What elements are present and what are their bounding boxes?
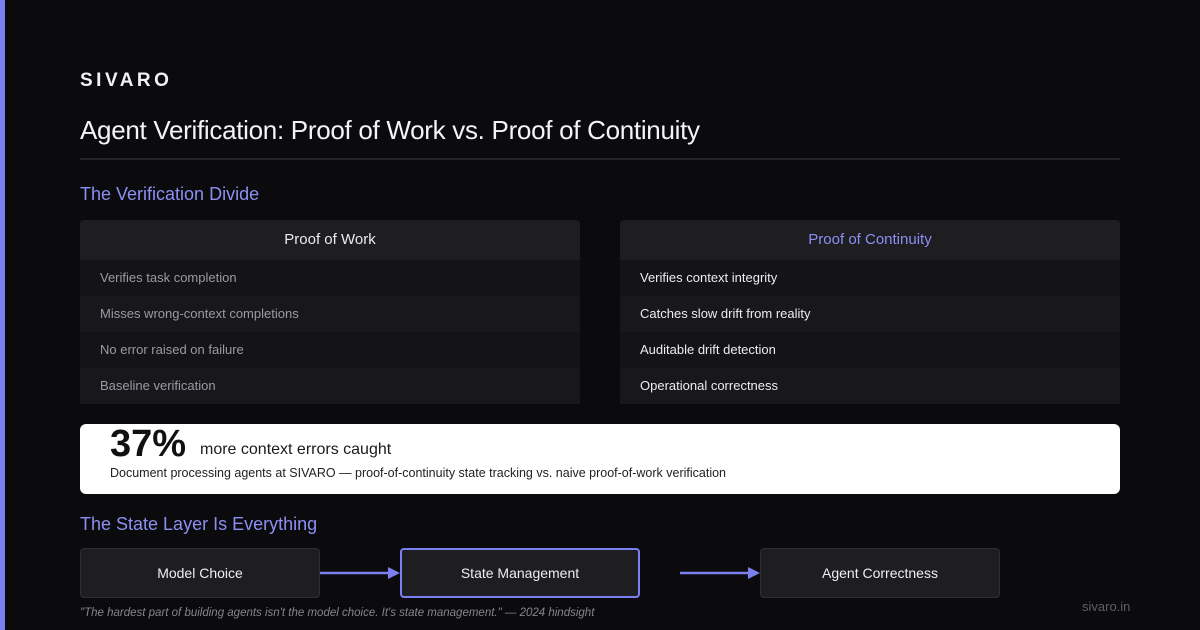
proof-of-work-panel: Proof of Work Verifies task completion M… bbox=[80, 220, 580, 404]
proof-of-continuity-header: Proof of Continuity bbox=[620, 220, 1120, 260]
proof-of-work-row: Baseline verification bbox=[80, 368, 580, 404]
flow-step-agent-correctness: Agent Correctness bbox=[760, 548, 1000, 598]
flow-step-state-management: State Management bbox=[400, 548, 640, 598]
proof-of-work-row: Misses wrong-context completions bbox=[80, 296, 580, 332]
proof-of-continuity-row: Operational correctness bbox=[620, 368, 1120, 404]
section-heading-state-layer: The State Layer Is Everything bbox=[80, 514, 318, 534]
stat-value: 37% bbox=[110, 423, 187, 465]
footer-quote: "The hardest part of building agents isn… bbox=[80, 607, 595, 619]
stat-card: 37% more context errors caught Document … bbox=[80, 423, 1120, 494]
proof-of-continuity-panel: Proof of Continuity Verifies context int… bbox=[620, 220, 1120, 404]
page-title: Agent Verification: Proof of Work vs. Pr… bbox=[80, 115, 700, 145]
proof-of-continuity-row: Verifies context integrity bbox=[620, 260, 1120, 296]
stat-note: Document processing agents at SIVARO — p… bbox=[110, 466, 727, 480]
section-heading-verification-divide: The Verification Divide bbox=[80, 184, 260, 204]
left-accent-bar bbox=[0, 0, 5, 630]
proof-of-work-row: No error raised on failure bbox=[80, 332, 580, 368]
flow-step-model-choice: Model Choice bbox=[80, 548, 320, 598]
stat-label: more context errors caught bbox=[200, 441, 392, 458]
proof-of-continuity-row: Catches slow drift from reality bbox=[620, 296, 1120, 332]
title-divider bbox=[80, 158, 1120, 160]
proof-of-work-row: Verifies task completion bbox=[80, 260, 580, 296]
proof-of-work-header: Proof of Work bbox=[80, 220, 580, 260]
brand-logo: SIVARO bbox=[80, 70, 173, 91]
footer-domain: sivaro.in bbox=[1082, 599, 1131, 614]
flow-arrow-icon bbox=[680, 567, 760, 579]
flow-arrow-icon bbox=[320, 567, 400, 579]
proof-of-continuity-row: Auditable drift detection bbox=[620, 332, 1120, 368]
